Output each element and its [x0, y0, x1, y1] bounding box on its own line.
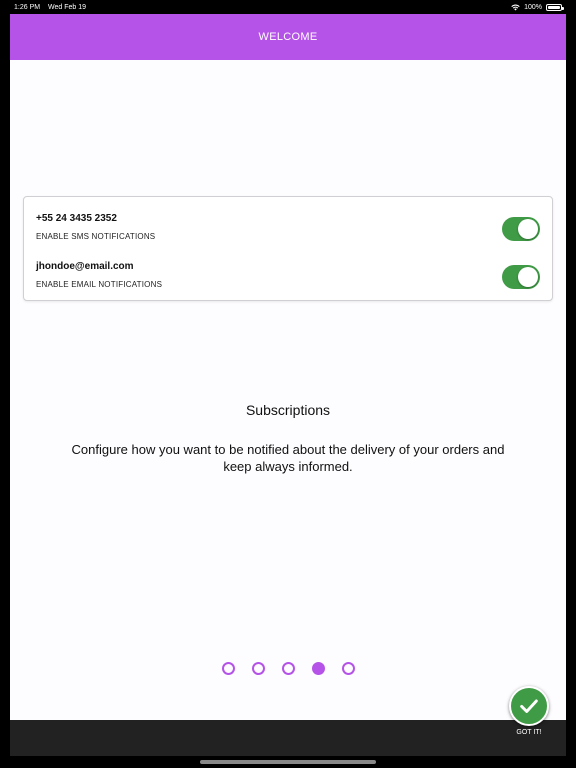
page-dot-2[interactable] [251, 662, 265, 675]
status-time: 1:26 PM [14, 3, 41, 11]
status-left: 1:26 PM Wed Feb 19 [14, 4, 92, 11]
app-screen: WELCOME +55 24 3435 2352 ENABLE SMS NOTI… [10, 14, 566, 756]
sms-notification-label: ENABLE SMS NOTIFICATIONS [36, 232, 156, 241]
email-address: jhondoe@email.com [36, 261, 134, 272]
page-dot-1[interactable] [221, 662, 235, 675]
app-header: WELCOME [10, 14, 566, 60]
page-indicator [10, 662, 566, 675]
status-date: Wed Feb 19 [48, 3, 87, 11]
notifications-card: +55 24 3435 2352 ENABLE SMS NOTIFICATION… [23, 196, 553, 301]
status-right: 100% [511, 3, 564, 11]
got-it-label: GOT IT! [516, 729, 542, 736]
email-notification-label: ENABLE EMAIL NOTIFICATIONS [36, 280, 163, 289]
header-title: WELCOME [258, 31, 318, 43]
page-dot-3[interactable] [281, 662, 295, 675]
page-title: Subscriptions [245, 402, 331, 418]
page-dot-5[interactable] [341, 662, 355, 675]
sms-notification-row: +55 24 3435 2352 ENABLE SMS NOTIFICATION… [36, 213, 540, 253]
battery-icon [546, 3, 564, 11]
status-bar: 1:26 PM Wed Feb 19 100% [0, 0, 576, 14]
toggle-knob [518, 267, 538, 287]
phone-number: +55 24 3435 2352 [36, 213, 117, 224]
email-notification-row: jhondoe@email.com ENABLE EMAIL NOTIFICAT… [36, 261, 540, 301]
battery-percent: 100% [524, 3, 542, 11]
got-it-button[interactable]: GOT IT! [509, 686, 549, 736]
email-notification-toggle[interactable] [502, 265, 540, 289]
wifi-icon [511, 4, 520, 10]
checkmark-icon[interactable] [509, 686, 549, 726]
page-description: Configure how you want to be notified ab… [71, 442, 505, 474]
sms-notification-toggle[interactable] [502, 217, 540, 241]
page-dot-4-active[interactable] [311, 662, 325, 675]
toggle-knob [518, 219, 538, 239]
home-indicator [200, 760, 376, 764]
bottom-bar [10, 720, 566, 756]
